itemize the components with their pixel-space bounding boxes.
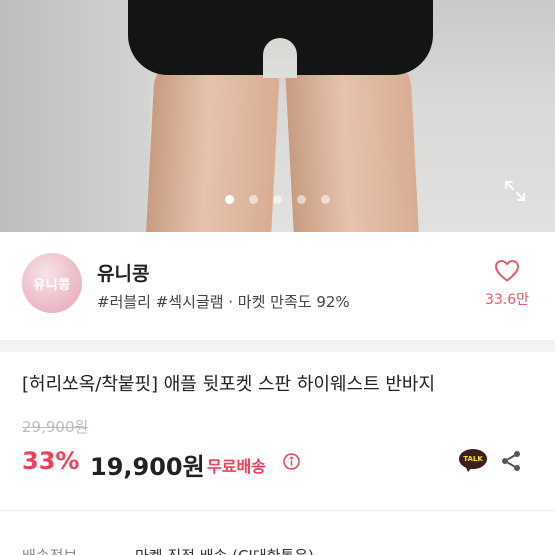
shop-meta: #러블리 #섹시글램 · 마켓 만족도 92% bbox=[97, 293, 350, 311]
product-image[interactable] bbox=[0, 0, 555, 232]
delivery-info-value: 마켓 직접 배송 (CJ대한통운) bbox=[135, 545, 314, 555]
carousel-dot[interactable] bbox=[249, 195, 258, 204]
info-icon[interactable] bbox=[283, 453, 300, 470]
carousel-dot[interactable] bbox=[297, 195, 306, 204]
share-icon[interactable] bbox=[499, 449, 523, 473]
like-count: 33.6만 bbox=[484, 292, 530, 308]
sale-price: 19,900원 bbox=[90, 453, 205, 481]
carousel-dot[interactable] bbox=[321, 195, 330, 204]
carousel-dot[interactable] bbox=[225, 195, 234, 204]
product-title: [허리쏘옥/착붙핏] 애플 뒷포켓 스판 하이웨스트 반바지 bbox=[22, 374, 436, 395]
kakaotalk-bubble-tail bbox=[465, 465, 474, 472]
delivery-info-label: 배송정보 bbox=[22, 545, 77, 555]
carousel-dot[interactable] bbox=[273, 195, 282, 204]
original-price: 29,900원 bbox=[22, 418, 89, 436]
photo-shorts bbox=[128, 0, 433, 78]
kakaotalk-label: TALK bbox=[463, 455, 483, 463]
discount-rate: 33% bbox=[22, 447, 80, 475]
shop-name[interactable]: 유니콩 bbox=[97, 259, 149, 286]
section-divider-thin bbox=[0, 510, 555, 511]
kakaotalk-button[interactable]: TALK bbox=[459, 449, 487, 473]
carousel-indicator bbox=[0, 195, 555, 204]
shop-avatar-text: 유니콩 bbox=[33, 277, 71, 293]
shop-avatar[interactable]: 유니콩 bbox=[22, 253, 82, 313]
photo-leg-left bbox=[144, 56, 281, 232]
photo-leg-right bbox=[284, 56, 421, 232]
free-shipping-badge: 무료배송 bbox=[207, 457, 266, 476]
heart-icon bbox=[495, 260, 519, 282]
expand-icon[interactable] bbox=[503, 179, 527, 203]
like-button[interactable]: 33.6만 bbox=[478, 259, 536, 309]
section-divider bbox=[0, 340, 555, 352]
